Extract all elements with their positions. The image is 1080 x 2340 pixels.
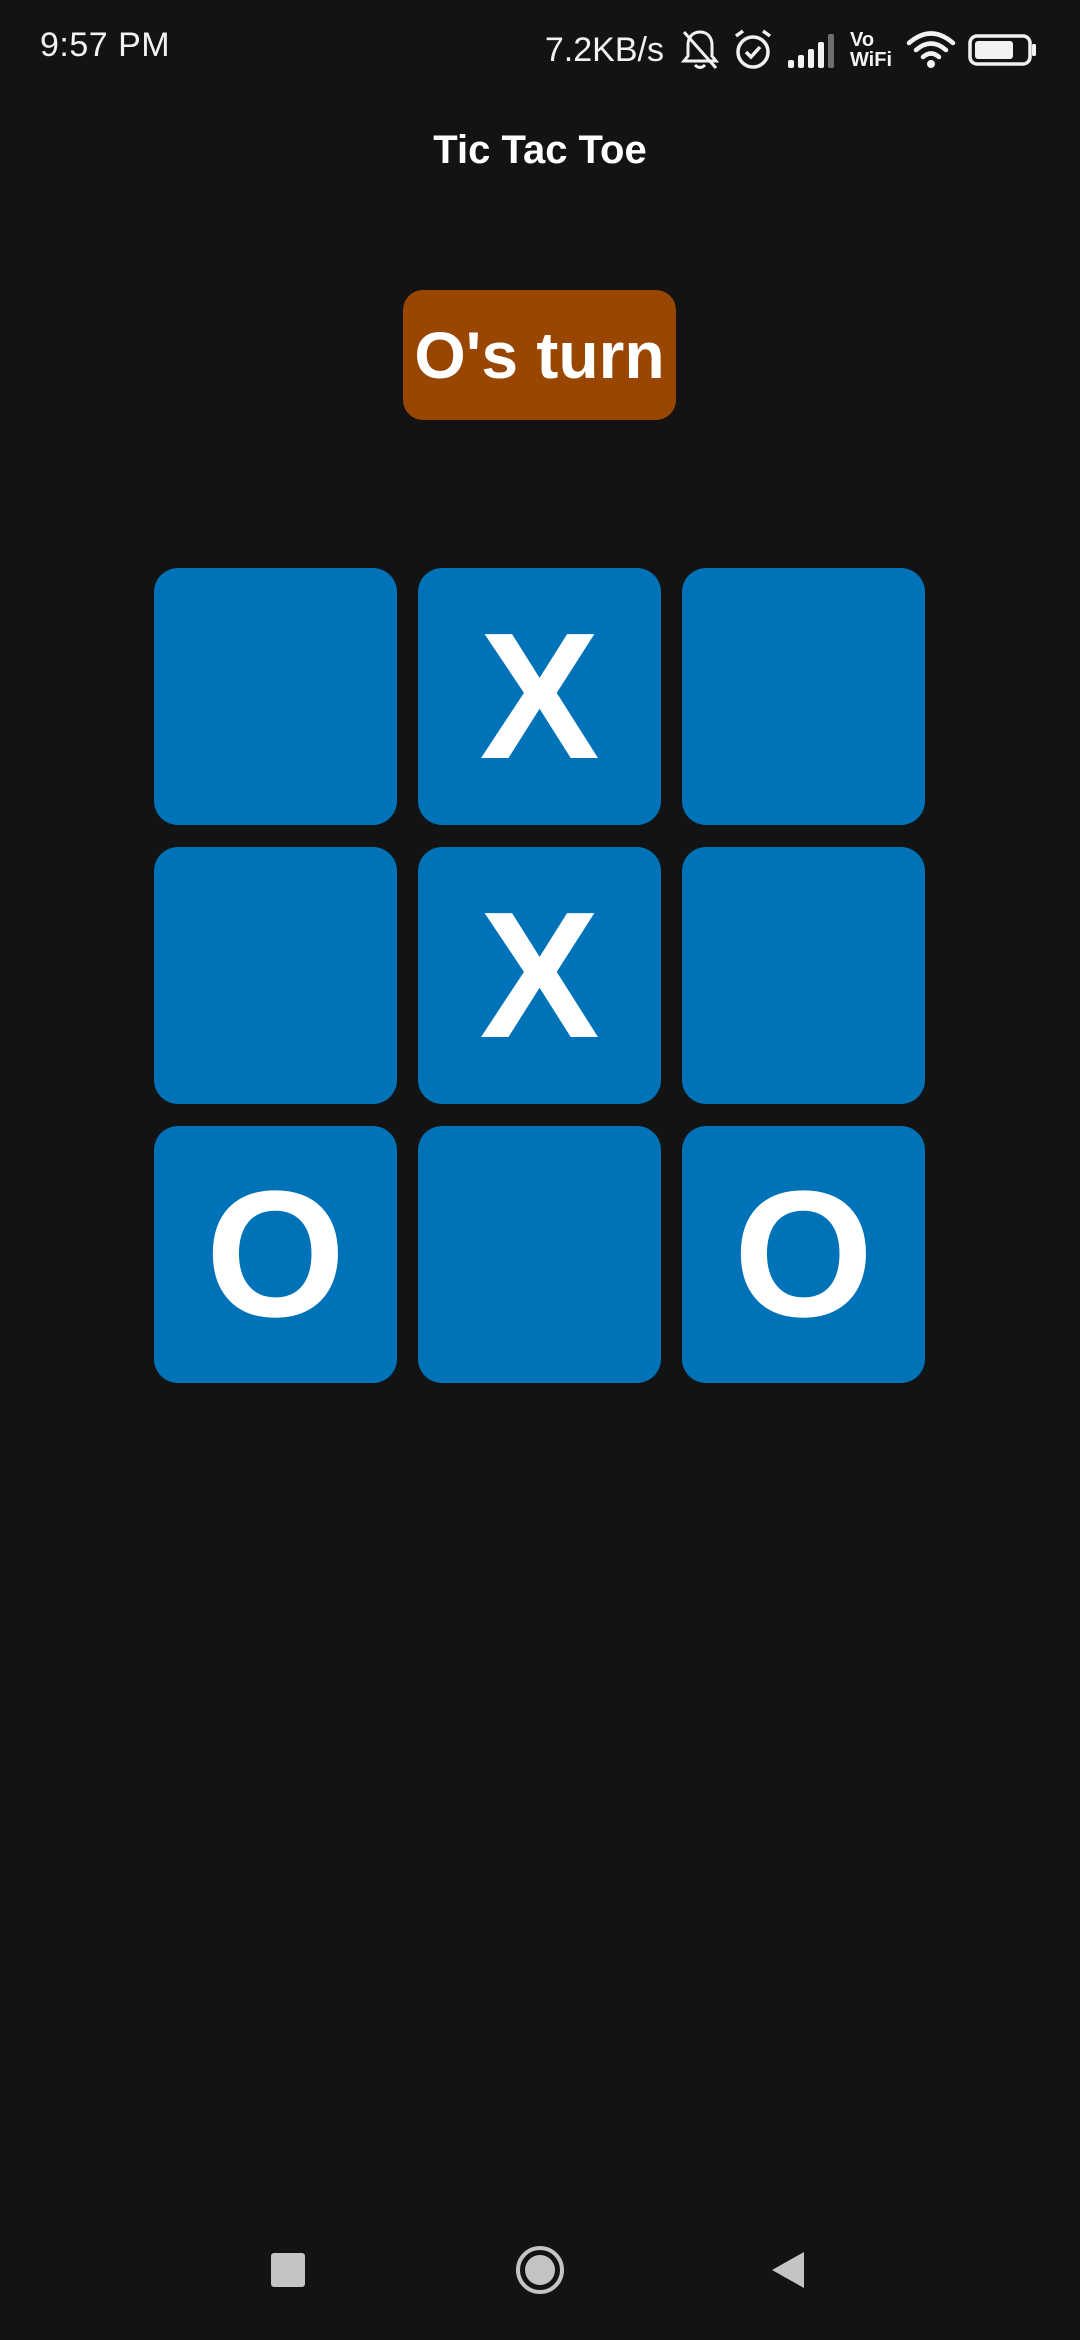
status-icons: 7.2KB/s Vo WiFi bbox=[545, 22, 1038, 78]
turn-indicator: O's turn bbox=[403, 290, 676, 420]
board-cell-2[interactable]: X bbox=[418, 568, 661, 825]
vowifi-indicator: Vo WiFi bbox=[850, 30, 892, 70]
wifi-icon bbox=[906, 30, 956, 70]
board-cell-8[interactable] bbox=[418, 1126, 661, 1383]
app-title: Tic Tac Toe bbox=[433, 128, 647, 172]
navigation-bar bbox=[0, 2210, 1080, 2340]
signal-icon bbox=[786, 30, 836, 70]
board-cell-1[interactable] bbox=[154, 568, 397, 825]
back-button[interactable] bbox=[748, 2232, 828, 2312]
board-cell-6[interactable] bbox=[682, 847, 925, 1104]
screen: 9:57 PM 7.2KB/s Vo WiFi Tic Tac Toe O's … bbox=[0, 0, 1080, 2340]
recents-icon bbox=[270, 2252, 306, 2293]
battery-icon bbox=[968, 33, 1038, 67]
alarm-icon bbox=[732, 28, 774, 72]
board-cell-3[interactable] bbox=[682, 568, 925, 825]
status-time: 9:57 PM bbox=[40, 26, 171, 64]
board-cell-5[interactable]: X bbox=[418, 847, 661, 1104]
vowifi-bottom: WiFi bbox=[849, 49, 892, 71]
board-cell-4[interactable] bbox=[154, 847, 397, 1104]
back-icon bbox=[768, 2249, 808, 2296]
home-icon bbox=[514, 2244, 566, 2301]
recents-button[interactable] bbox=[248, 2232, 328, 2312]
network-speed: 7.2KB/s bbox=[544, 30, 664, 69]
board-cell-7[interactable]: O bbox=[154, 1126, 397, 1383]
home-button[interactable] bbox=[500, 2232, 580, 2312]
vowifi-top: Vo bbox=[849, 29, 875, 51]
board-cell-9[interactable]: O bbox=[682, 1126, 925, 1383]
status-bar: 9:57 PM 7.2KB/s Vo WiFi bbox=[0, 0, 1080, 100]
bell-off-icon bbox=[680, 28, 720, 72]
game-board: X X O O bbox=[154, 568, 926, 1383]
